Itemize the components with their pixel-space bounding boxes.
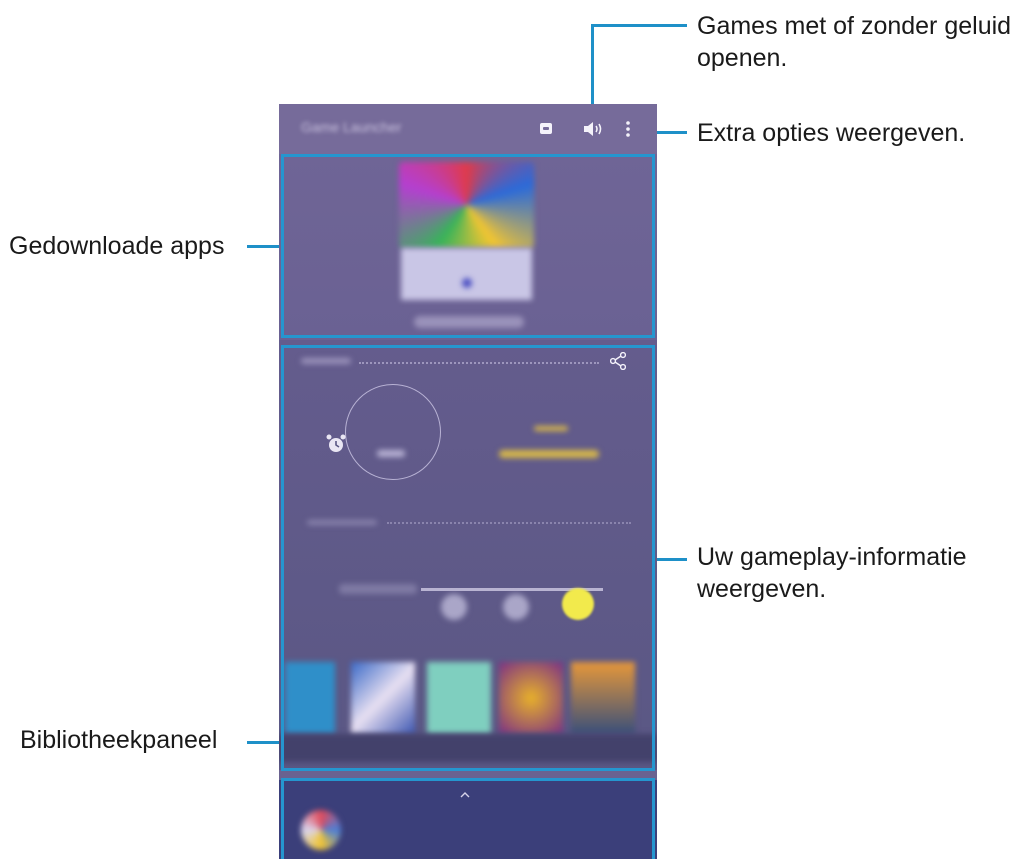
gameplay-callout-line (657, 558, 687, 561)
library-callout-line (247, 741, 279, 744)
speaker-icon[interactable] (583, 121, 603, 137)
downloaded-callout-line (247, 245, 279, 248)
callout-library: Bibliotheekpaneel (20, 726, 218, 754)
library-frame (281, 778, 655, 859)
callout-sound-line2: openen. (697, 44, 788, 72)
callout-sound: Games met of zonder geluid openen. (697, 10, 1011, 74)
callout-sound-line1: Games met of zonder geluid (697, 12, 1012, 40)
callout-gameplay-line2: weergeven. (697, 575, 827, 603)
callout-gameplay-line1: Uw gameplay-informatie (697, 543, 967, 571)
downloaded-apps-frame (281, 154, 655, 338)
app-title: Game Launcher (301, 119, 402, 135)
callout-options: Extra opties weergeven. (697, 119, 966, 147)
phone-screen: Game Launcher (279, 104, 657, 859)
more-vert-icon[interactable] (626, 121, 630, 137)
callout-gameplay: Uw gameplay-informatie weergeven. (697, 541, 967, 605)
sound-callout-line-h (591, 24, 687, 27)
discord-icon[interactable] (540, 123, 552, 134)
gameplay-info-frame (281, 345, 655, 771)
app-bar: Game Launcher (279, 104, 657, 154)
callout-downloaded: Gedownloade apps (9, 232, 225, 260)
